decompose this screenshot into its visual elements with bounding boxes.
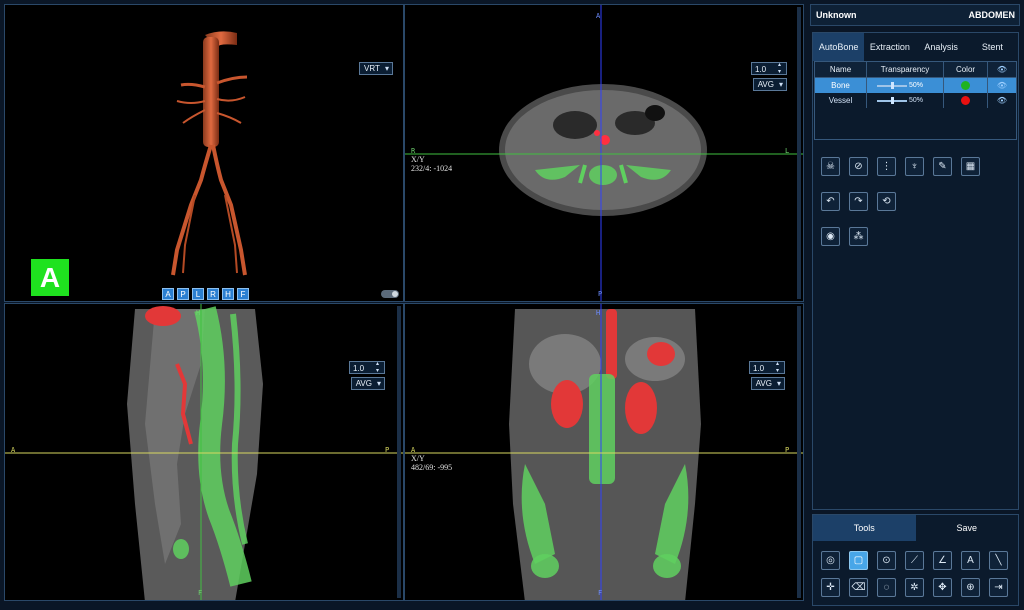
sagittal-scrollbar[interactable] [397,306,401,598]
sagittal-right-label: P [385,446,390,454]
side-panel: Unknown ABDOMEN AutoBone Extraction Anal… [810,4,1020,606]
coronal-right-label: P [785,446,790,454]
text-annotation-icon[interactable]: A [961,551,980,570]
crosshair-icon[interactable]: ✛ [821,578,840,597]
coronal-mode-select[interactable]: AVG [750,377,785,390]
row-name: Vessel [815,93,867,108]
sagittal-slice-image [5,304,403,600]
tools-tabs: Tools Save [813,515,1018,541]
skull-remove-icon[interactable]: ⊘ [849,157,868,176]
pelvis-icon[interactable]: ♆ [905,157,924,176]
ruler-icon[interactable]: ⟋ [905,551,924,570]
orient-button-h[interactable]: H [222,288,234,300]
tab-stent[interactable]: Stent [967,33,1018,61]
sagittal-top-label: H [196,309,201,317]
vr-toggle[interactable] [381,290,399,298]
tab-autobone[interactable]: AutoBone [813,33,865,61]
coronal-coord-readout: X/Y 482/69: -995 [411,454,453,472]
sagittal-mode-select[interactable]: AVG [350,377,385,390]
transparency-slider[interactable] [877,82,907,89]
reset-view-icon[interactable]: ⟲ [877,192,896,211]
transparency-slider[interactable] [877,97,907,104]
coronal-slice-image [405,304,803,600]
header-transparency: Transparency [867,62,944,77]
axial-viewport[interactable]: A P R L X/Y232/4: -1024 1.0 AVG [404,4,804,302]
sagittal-left-label: A [11,446,16,454]
zoom-icon[interactable]: ⊕ [961,578,980,597]
eye-icon[interactable]: ◎ [821,551,840,570]
table-row[interactable]: Vessel 50% 👁 [815,93,1016,108]
coronal-viewport[interactable]: H F A P X/Y482/69: -995 1.0 AVG [404,303,804,601]
vessel-pick-icon[interactable]: ✎ [933,157,952,176]
axial-mode-select[interactable]: AVG [752,78,787,91]
tab-save[interactable]: Save [916,515,1019,541]
spine-icon[interactable]: ⋮ [877,157,896,176]
row-name: Bone [815,78,867,93]
table-header: Name Transparency Color 👁 [815,62,1016,78]
coronal-scrollbar[interactable] [797,306,801,598]
coronal-thickness-input[interactable]: 1.0 [749,361,785,375]
axial-scrollbar[interactable] [797,7,801,299]
orient-button-a[interactable]: A [162,288,174,300]
sagittal-viewport[interactable]: H F A P 1.0 AVG [4,303,404,601]
header-color: Color [944,62,988,77]
tools-box: Tools Save ◎ ▢ ⊙ ⟋ ∠ A ╲ ✛ ⌫ ◌ ✲ ✥ ⊕ ⇥ [812,514,1019,606]
circle-roi-icon[interactable]: ◌ [877,578,896,597]
orient-button-f[interactable]: F [237,288,249,300]
view-orientation-indicator: A [31,259,69,296]
undo-icon[interactable]: ↶ [821,192,840,211]
vessel-3d-rendering [171,31,248,276]
head-bone-icon[interactable]: ☠ [821,157,840,176]
redo-icon[interactable]: ↷ [849,192,868,211]
line-icon[interactable]: ╲ [989,551,1008,570]
palette-icon[interactable]: ◉ [821,227,840,246]
sagittal-bottom-label: F [198,589,203,597]
comment-icon[interactable]: ▢ [849,551,868,570]
target-icon[interactable]: ⊙ [877,551,896,570]
eraser-icon[interactable]: ⌫ [849,578,868,597]
exit-icon[interactable]: ⇥ [989,578,1008,597]
transparency-value: 50% [909,82,924,89]
axial-slice-image [405,5,803,301]
axial-top-label: A [596,12,601,20]
autobone-box: AutoBone Extraction Analysis Stent Name … [812,32,1019,510]
axial-thickness-input[interactable]: 1.0 [751,62,787,76]
patient-header: Unknown ABDOMEN [810,4,1020,26]
color-swatch[interactable] [961,81,970,91]
body-region: ABDOMEN [968,10,1016,20]
coronal-bottom-label: F [598,589,603,597]
axial-left-label: R [411,147,416,155]
render-mode-select[interactable]: VRT [359,62,393,75]
orient-button-p[interactable]: P [177,288,189,300]
visibility-eye-icon[interactable]: 👁 [997,65,1007,74]
table-row[interactable]: Bone 50% 👁 [815,78,1016,93]
tab-extraction[interactable]: Extraction [864,33,915,61]
color-swatch[interactable] [961,96,970,106]
tab-analysis[interactable]: Analysis [916,33,967,61]
patient-name: Unknown [816,10,857,20]
orientation-buttons: A P L R H F [162,288,249,300]
visibility-eye-icon[interactable]: 👁 [997,81,1007,90]
angle-icon[interactable]: ∠ [933,551,952,570]
settings-icon[interactable]: ✲ [905,578,924,597]
grid-mask-icon[interactable]: ▦ [961,157,980,176]
cluster-icon[interactable]: ⁂ [849,227,868,246]
sagittal-thickness-input[interactable]: 1.0 [349,361,385,375]
vr-viewport[interactable]: VRT A A P L R H F [4,4,404,302]
axial-right-label: L [785,147,790,155]
orient-button-l[interactable]: L [192,288,204,300]
axial-coord-readout: X/Y 232/4: -1024 [411,155,453,173]
transparency-value: 50% [909,97,924,104]
segment-table: Name Transparency Color 👁 Bone 50% 👁 Ves… [814,61,1017,140]
axial-bottom-label: P [598,290,603,298]
tab-tools[interactable]: Tools [813,515,916,541]
coronal-left-label: A [411,446,416,454]
function-tabs: AutoBone Extraction Analysis Stent [813,33,1018,61]
pan-icon[interactable]: ✥ [933,578,952,597]
visibility-eye-icon[interactable]: 👁 [997,96,1007,105]
orient-button-r[interactable]: R [207,288,219,300]
coronal-top-label: H [596,309,601,317]
header-name: Name [815,62,867,77]
